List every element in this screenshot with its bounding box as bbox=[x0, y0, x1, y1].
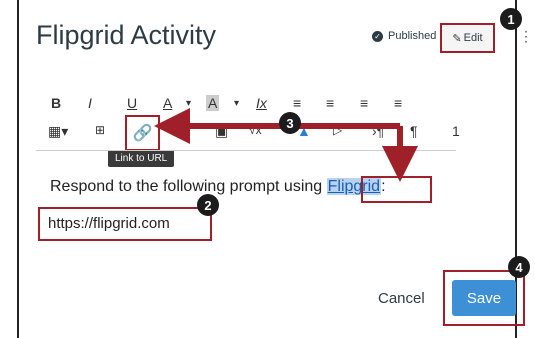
step-badge-3: 3 bbox=[279, 112, 301, 134]
annotation-arrows bbox=[154, 108, 418, 182]
step-badge-4: 4 bbox=[508, 256, 530, 278]
step-badge-1: 1 bbox=[500, 8, 522, 30]
step-badge-2: 2 bbox=[197, 194, 219, 216]
